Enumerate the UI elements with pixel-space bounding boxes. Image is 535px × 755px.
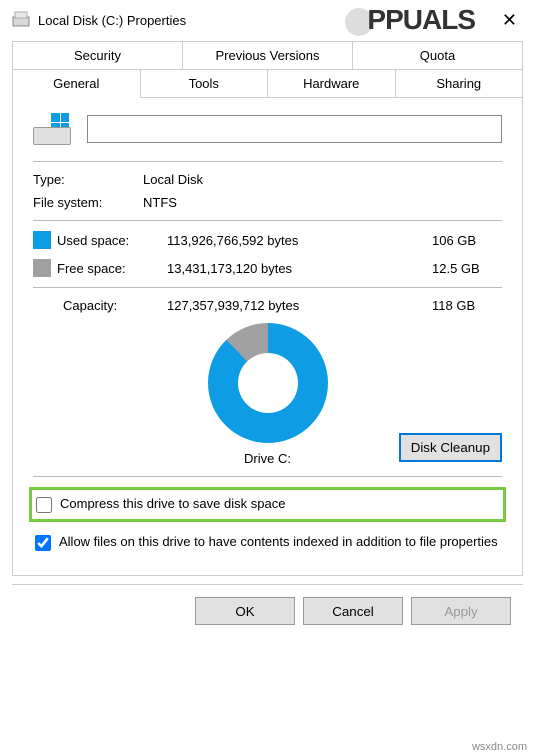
free-swatch-icon: [33, 259, 51, 277]
usage-donut-chart: [208, 323, 328, 443]
filesystem-value: NTFS: [143, 195, 502, 210]
separator: [33, 161, 502, 162]
capacity-bytes: 127,357,939,712 bytes: [167, 298, 422, 313]
used-space-label: Used space:: [57, 233, 167, 248]
type-value: Local Disk: [143, 172, 502, 187]
capacity-label: Capacity:: [33, 298, 167, 313]
titlebar: Local Disk (C:) Properties ✕: [0, 0, 535, 41]
type-label: Type:: [33, 172, 143, 187]
used-swatch-icon: [33, 231, 51, 249]
compress-checkbox[interactable]: [36, 497, 52, 513]
free-space-hr: 12.5 GB: [422, 261, 502, 276]
dialog-button-bar: OK Cancel Apply: [12, 584, 523, 637]
filesystem-label: File system:: [33, 195, 143, 210]
compress-option-highlight: Compress this drive to save disk space: [29, 487, 506, 522]
tab-security[interactable]: Security: [12, 41, 183, 70]
close-button[interactable]: ✕: [496, 8, 523, 33]
free-space-label: Free space:: [57, 261, 167, 276]
general-panel: Type: Local Disk File system: NTFS Used …: [12, 97, 523, 576]
watermark-url: wsxdn.com: [472, 741, 527, 753]
disk-cleanup-button[interactable]: Disk Cleanup: [399, 433, 502, 462]
ok-button[interactable]: OK: [195, 597, 295, 625]
tabs-container: Security Previous Versions Quota General…: [0, 41, 535, 97]
separator: [33, 220, 502, 221]
tab-quota[interactable]: Quota: [353, 41, 523, 70]
window-title: Local Disk (C:) Properties: [38, 13, 488, 28]
tab-previous-versions[interactable]: Previous Versions: [183, 41, 353, 70]
index-label[interactable]: Allow files on this drive to have conten…: [59, 534, 498, 549]
index-checkbox[interactable]: [35, 535, 51, 551]
tab-sharing[interactable]: Sharing: [396, 69, 524, 98]
drive-icon: [12, 10, 30, 31]
used-space-hr: 106 GB: [422, 233, 502, 248]
separator: [33, 287, 502, 288]
volume-name-input[interactable]: [87, 115, 502, 143]
cancel-button[interactable]: Cancel: [303, 597, 403, 625]
used-space-bytes: 113,926,766,592 bytes: [167, 233, 422, 248]
compress-label[interactable]: Compress this drive to save disk space: [60, 496, 285, 511]
tab-hardware[interactable]: Hardware: [268, 69, 396, 98]
capacity-hr: 118 GB: [422, 298, 502, 313]
tab-tools[interactable]: Tools: [141, 69, 269, 98]
tab-general[interactable]: General: [12, 69, 141, 98]
disk-large-icon: [33, 113, 71, 145]
free-space-bytes: 13,431,173,120 bytes: [167, 261, 422, 276]
apply-button: Apply: [411, 597, 511, 625]
drive-letter-label: Drive C:: [244, 451, 291, 466]
separator: [33, 476, 502, 477]
